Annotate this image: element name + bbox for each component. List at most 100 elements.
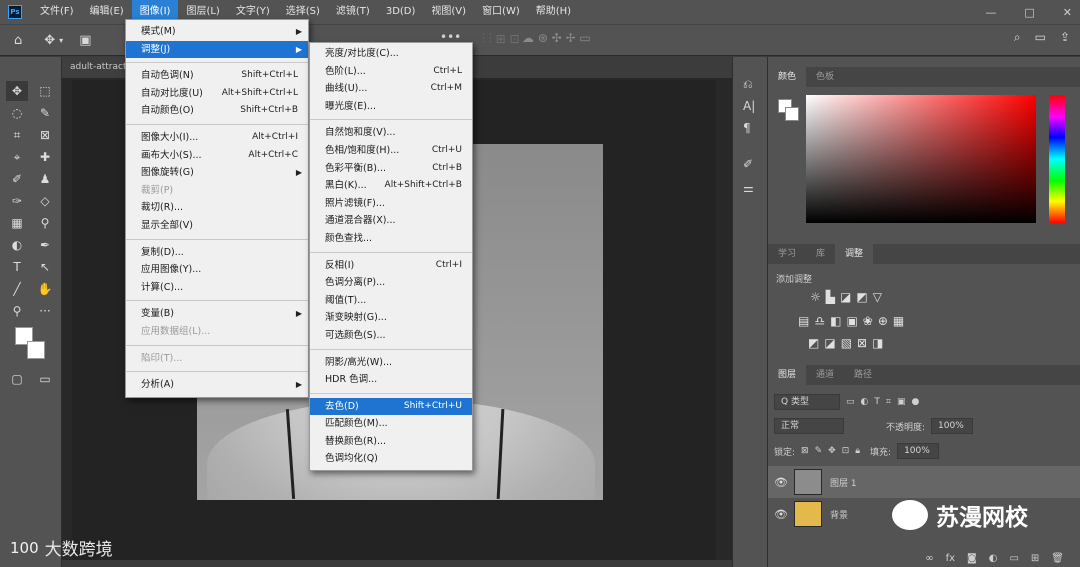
filter-pixel-icon[interactable]: ▭ — [846, 397, 855, 407]
trash-icon[interactable]: 🗑︎ — [1051, 553, 1064, 567]
curves-icon[interactable]: ◪ — [840, 290, 851, 304]
fill-input[interactable]: 100% — [897, 443, 940, 459]
blur-tool-icon[interactable]: ⚲ — [34, 213, 56, 233]
brush-settings-icon[interactable]: ✐ — [743, 157, 753, 171]
path-select-icon[interactable]: ↖ — [34, 257, 56, 277]
tab-libraries[interactable]: 库 — [806, 244, 835, 264]
menu-option[interactable]: 通道混合器(X)... — [310, 212, 472, 230]
gradient-icon[interactable]: ▽ — [873, 290, 882, 304]
add-mask-icon[interactable]: ◙ — [967, 553, 977, 567]
frame-tool-icon[interactable]: ⊠ — [34, 125, 56, 145]
healing-brush-icon[interactable]: ✚ — [34, 147, 56, 167]
hue-saturation-icon[interactable]: ♎ — [814, 314, 825, 328]
menu-item[interactable]: 文件(F) — [32, 0, 82, 24]
black-white-icon[interactable]: ▣ — [846, 314, 857, 328]
layer-name[interactable]: 图层 1 — [830, 476, 857, 489]
zoom-tool-icon[interactable]: ⚲ — [6, 301, 28, 321]
exposure-icon[interactable]: ◩ — [856, 290, 867, 304]
menu-option[interactable]: 可选颜色(S)... — [310, 327, 472, 345]
menu-option[interactable]: 曲线(U)... Ctrl+M — [310, 80, 472, 98]
brightness-icon[interactable]: ☼ — [810, 290, 821, 304]
menu-option[interactable]: 调整(J) ▶ — [126, 40, 308, 59]
vibrance-icon[interactable]: ▤ — [798, 314, 809, 328]
link-layers-icon[interactable]: ∞ — [925, 553, 933, 567]
brush-tool-icon[interactable]: ✐ — [6, 169, 28, 189]
menu-option[interactable]: 颜色查找... — [310, 230, 472, 248]
color-balance-icon[interactable]: ◧ — [830, 314, 841, 328]
visibility-eye-icon[interactable]: 👁︎ — [768, 476, 794, 489]
character-icon[interactable]: A| — [743, 99, 755, 113]
channel-mixer-icon[interactable]: ⊕ — [878, 314, 888, 328]
menu-option[interactable]: 分析(A) ▶ — [126, 376, 308, 394]
menu-option[interactable]: 变量(B) ▶ — [126, 305, 308, 323]
fg-bg-mini-swatch-back[interactable] — [785, 107, 799, 121]
selective-color-icon[interactable]: ◨ — [872, 336, 883, 350]
blend-mode-select[interactable]: 正常 — [774, 418, 844, 434]
layer-name[interactable]: 背景 — [830, 508, 848, 521]
menu-option[interactable]: 应用图像(Y)... — [126, 261, 308, 279]
properties-icon[interactable]: ⚌ — [743, 181, 754, 195]
lasso-tool-icon[interactable]: ◌ — [6, 103, 28, 123]
hue-slider[interactable] — [1049, 95, 1065, 223]
menu-option[interactable]: 反相(I) Ctrl+I — [310, 257, 472, 275]
menu-option[interactable]: 色调均化(Q) — [310, 450, 472, 468]
quick-select-icon[interactable]: ✎ — [34, 103, 56, 123]
eraser-tool-icon[interactable]: ◇ — [34, 191, 56, 211]
color-lookup-icon[interactable]: ▦ — [893, 314, 904, 328]
photo-filter-icon[interactable]: ❀ — [863, 314, 873, 328]
color-picker-field[interactable] — [806, 95, 1036, 223]
menu-option[interactable]: 阈值(T)... — [310, 292, 472, 310]
dodge-tool-icon[interactable]: ◐ — [6, 235, 28, 255]
line-tool-icon[interactable]: ╱ — [6, 279, 28, 299]
new-layer-icon[interactable]: ⊞ — [1031, 553, 1039, 567]
menu-item[interactable]: 3D(D) — [378, 0, 424, 24]
filter-adjust-icon[interactable]: ◐ — [861, 397, 869, 407]
filter-shape-icon[interactable]: ⌗ — [886, 397, 891, 407]
crop-tool-icon[interactable]: ⌗ — [6, 125, 28, 145]
menu-option[interactable]: 自然饱和度(V)... — [310, 124, 472, 142]
eyedropper-icon[interactable]: ⌖ — [6, 147, 28, 167]
stamp-tool-icon[interactable]: ♟ — [34, 169, 56, 189]
search-icon[interactable]: ⌕ — [1014, 30, 1021, 45]
marquee-tool-icon[interactable]: ⬚ — [34, 81, 56, 101]
workspace-icon[interactable]: ▭ — [1035, 30, 1046, 45]
posterize-icon[interactable]: ◪ — [824, 336, 835, 350]
menu-option[interactable]: 裁切(R)... — [126, 199, 308, 217]
menu-option[interactable]: 色相/饱和度(H)... Ctrl+U — [310, 142, 472, 160]
move-tool-icon[interactable]: ✥ — [44, 33, 55, 48]
tab-adjustments[interactable]: 调整 — [835, 244, 874, 264]
more-tools-icon[interactable]: ··· — [34, 301, 56, 321]
share-icon[interactable]: ⇪ — [1060, 30, 1070, 45]
hand-tool-icon[interactable]: ✋ — [34, 279, 56, 299]
layer-row[interactable]: 👁︎ 图层 1 — [768, 466, 1080, 498]
lock-all-icon[interactable]: 🔒︎ — [855, 446, 860, 456]
visibility-eye-icon[interactable]: 👁︎ — [768, 508, 794, 521]
menu-option[interactable]: 色彩平衡(B)... Ctrl+B — [310, 160, 472, 178]
tab-color[interactable]: 颜色 — [768, 67, 807, 87]
menu-item[interactable]: 窗口(W) — [474, 0, 528, 24]
pen-tool-icon[interactable]: ✒ — [34, 235, 56, 255]
history-icon[interactable]: ⎌ — [743, 77, 753, 92]
menu-option[interactable]: 亮度/对比度(C)... — [310, 45, 472, 63]
menu-option[interactable]: 显示全部(V) — [126, 217, 308, 235]
fx-icon[interactable]: fx — [946, 553, 955, 567]
menu-option[interactable]: 匹配颜色(M)... — [310, 415, 472, 433]
gradient-tool-icon[interactable]: ▦ — [6, 213, 28, 233]
menu-item[interactable]: 帮助(H) — [528, 0, 579, 24]
chevron-down-icon[interactable]: ▾ — [59, 36, 63, 45]
filter-toggle-icon[interactable]: ● — [911, 397, 919, 407]
tab-channels[interactable]: 通道 — [806, 365, 844, 385]
minimize-icon[interactable]: — — [985, 6, 996, 19]
tab-swatches[interactable]: 色板 — [806, 67, 844, 87]
menu-option[interactable]: 图像大小(I)... Alt+Ctrl+I — [126, 129, 308, 147]
filter-smart-icon[interactable]: ▣ — [897, 397, 906, 407]
levels-icon[interactable]: ▙ — [826, 290, 835, 304]
auto-select-icon[interactable]: ▣ — [79, 33, 91, 48]
paragraph-icon[interactable]: ¶ — [743, 121, 751, 135]
lock-pixels-icon[interactable]: ✎ — [815, 446, 823, 456]
menu-option[interactable]: 自动颜色(O) Shift+Ctrl+B — [126, 102, 308, 120]
tab-paths[interactable]: 路径 — [844, 365, 882, 385]
close-icon[interactable]: ✕ — [1063, 6, 1072, 19]
adjustment-layer-icon[interactable]: ◐ — [989, 553, 998, 567]
threshold-icon[interactable]: ▧ — [841, 336, 852, 350]
